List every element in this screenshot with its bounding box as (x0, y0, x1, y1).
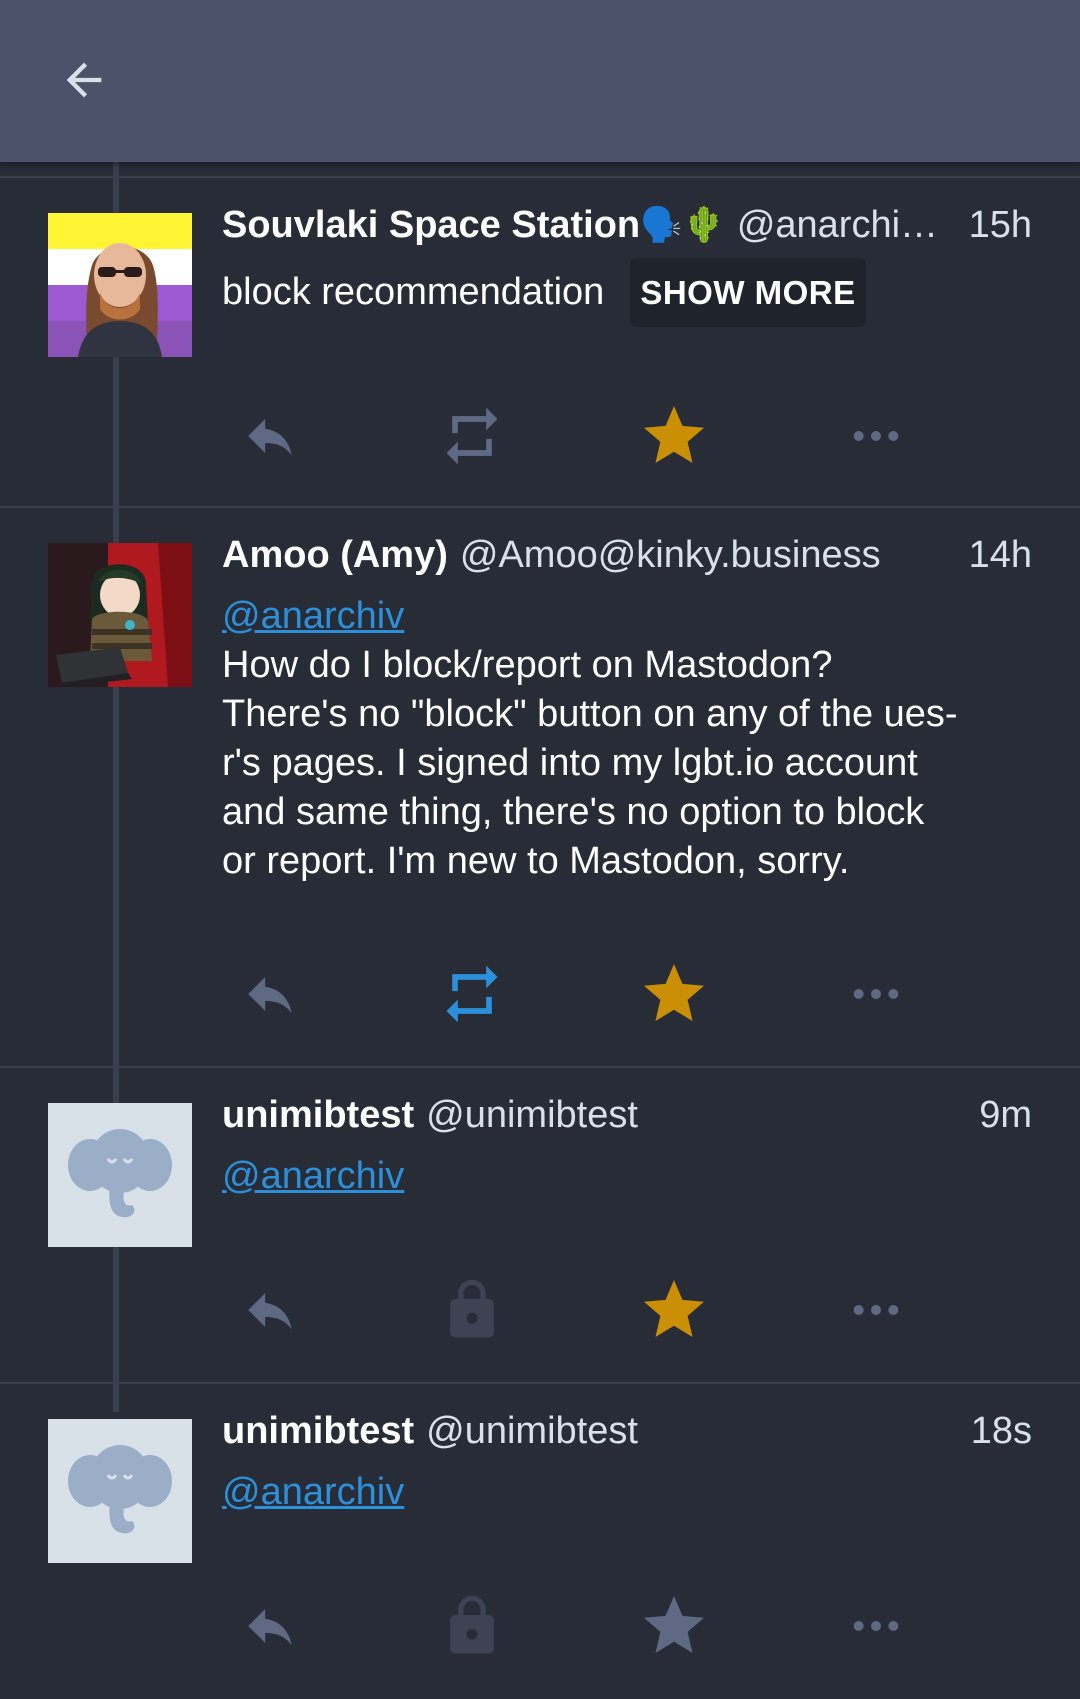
reply-icon (248, 419, 292, 456)
status-item[interactable]: Souvlaki Space Station 🗣️🌵 @anarchi… 15h… (0, 176, 1080, 506)
more-horizontal-icon (853, 1621, 899, 1631)
avatar[interactable] (48, 1419, 192, 1563)
boost-button[interactable] (424, 954, 520, 1034)
timestamp[interactable]: 18s (971, 1410, 1032, 1453)
mention-link[interactable]: @anarchiv (222, 1471, 404, 1513)
status-text-line: and same thing, there's no option to blo… (222, 791, 925, 833)
status-content: @anarchiv How do I block/report on Masto… (222, 592, 1032, 886)
status-text-line: or report. I'm new to Mastodon, sorry. (222, 840, 850, 882)
avatar[interactable] (48, 1103, 192, 1247)
more-horizontal-icon (853, 1305, 899, 1315)
display-name[interactable]: Amoo (Amy) (222, 534, 448, 577)
repeat-icon (446, 965, 498, 1023)
avatar[interactable] (48, 213, 192, 357)
status-actions (222, 396, 1042, 476)
favourite-button[interactable] (626, 1270, 722, 1350)
reply-icon (248, 977, 292, 1014)
star-icon (644, 964, 704, 1021)
account-handle[interactable]: @anarchi… (737, 204, 951, 247)
default-elephant-avatar (48, 1419, 192, 1563)
mention-link[interactable]: @anarchiv (222, 1155, 404, 1197)
timestamp[interactable]: 15h (969, 204, 1032, 247)
star-icon (644, 406, 704, 463)
status-item[interactable]: Amoo (Amy) @Amoo@kinky.business 14h @ana… (0, 506, 1080, 1066)
status-content: @anarchiv (222, 1468, 1032, 1517)
more-button[interactable] (828, 1270, 924, 1350)
avatar[interactable] (48, 543, 192, 687)
custom-emoji: 🗣️🌵 (640, 206, 725, 244)
status-content: @anarchiv (222, 1152, 1032, 1201)
favourite-button[interactable] (626, 1586, 722, 1666)
lock-icon (450, 1279, 494, 1338)
status-actions (222, 1270, 1042, 1350)
timestamp[interactable]: 9m (979, 1094, 1032, 1137)
status-text-line: There's no "block" button on any of the … (222, 693, 958, 735)
timestamp[interactable]: 14h (969, 534, 1032, 577)
top-app-bar (0, 0, 1080, 162)
reply-button[interactable] (222, 1586, 318, 1666)
star-icon (644, 1280, 704, 1337)
account-handle[interactable]: @Amoo@kinky.business (460, 534, 951, 577)
account-handle[interactable]: @unimibtest (426, 1410, 638, 1453)
reply-icon (248, 1293, 292, 1330)
reply-icon (248, 1609, 292, 1646)
status-header: unimibtest @unimibtest 9m (222, 1090, 1032, 1140)
favourite-button[interactable] (626, 954, 722, 1034)
more-horizontal-icon (853, 431, 899, 441)
status-item[interactable]: unimibtest @unimibtest 18s @anarchiv (0, 1382, 1080, 1699)
boost-button[interactable] (424, 1270, 520, 1350)
boost-button[interactable] (424, 1586, 520, 1666)
status-header: Souvlaki Space Station 🗣️🌵 @anarchi… 15h (222, 200, 1032, 250)
reply-button[interactable] (222, 396, 318, 476)
show-more-button[interactable]: SHOW MORE (630, 258, 866, 327)
star-icon (644, 1596, 704, 1653)
more-button[interactable] (828, 396, 924, 476)
repeat-icon (446, 407, 498, 465)
display-name[interactable]: unimibtest (222, 1094, 414, 1137)
mention-link[interactable]: @anarchiv (222, 595, 404, 637)
content-warning: block recommendation SHOW MORE (222, 258, 1032, 327)
status-text-line: How do I block/report on Mastodon? (222, 644, 833, 686)
status-header: Amoo (Amy) @Amoo@kinky.business 14h (222, 530, 1032, 580)
display-name[interactable]: Souvlaki Space Station (222, 204, 640, 247)
content-warning-text: block recommendation (222, 271, 605, 313)
status-actions (222, 954, 1042, 1034)
reply-button[interactable] (222, 954, 318, 1034)
more-button[interactable] (828, 1586, 924, 1666)
status-text-line: r's pages. I signed into my lgbt.io acco… (222, 742, 918, 784)
account-handle[interactable]: @unimibtest (426, 1094, 638, 1137)
boost-button[interactable] (424, 396, 520, 476)
display-name[interactable]: unimibtest (222, 1410, 414, 1453)
reply-button[interactable] (222, 1270, 318, 1350)
more-button[interactable] (828, 954, 924, 1034)
status-actions (222, 1586, 1042, 1666)
favourite-button[interactable] (626, 396, 722, 476)
more-horizontal-icon (853, 989, 899, 999)
default-elephant-avatar (48, 1103, 192, 1247)
lock-icon (450, 1595, 494, 1654)
arrow-left-icon (66, 62, 102, 98)
status-header: unimibtest @unimibtest 18s (222, 1406, 1032, 1456)
back-button[interactable] (48, 44, 120, 116)
status-item[interactable]: unimibtest @unimibtest 9m @anarchiv (0, 1066, 1080, 1382)
